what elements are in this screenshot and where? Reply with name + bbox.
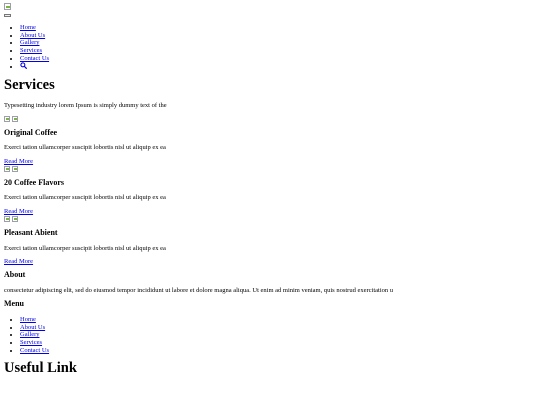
site-footer: About consectetur adipiscing elit, sed d… (4, 269, 536, 377)
footer-link-home[interactable]: Home (20, 316, 36, 323)
main-nav: Home About Us Gallery Services Contact U… (4, 24, 536, 71)
read-more-link[interactable]: Read More (4, 208, 536, 216)
nav-link-about[interactable]: About Us (20, 32, 45, 39)
footer-link-contact[interactable]: Contact Us (20, 347, 49, 354)
service-card-text: Exerci tation ullamcorper suscipit lobor… (4, 194, 166, 202)
service-card-images (4, 115, 536, 122)
nav-item-home: Home (20, 24, 536, 32)
service-image (4, 215, 10, 222)
service-card: Pleasant Abient Exerci tation ullamcorpe… (4, 215, 536, 266)
search-link[interactable] (20, 62, 27, 70)
service-card-title: Original Coffee (4, 127, 58, 137)
nav-link-services[interactable]: Services (20, 47, 42, 54)
service-card-images (4, 215, 536, 222)
footer-menu-item-gallery: Gallery (20, 331, 536, 339)
service-card-images (4, 165, 536, 172)
footer-menu-item-services: Services (20, 339, 536, 347)
service-card-text: Exerci tation ullamcorper suscipit lobor… (4, 144, 166, 152)
nav-link-gallery[interactable]: Gallery (20, 39, 40, 46)
footer-menu: Home About Us Gallery Services Contact U… (4, 316, 536, 354)
service-image (4, 115, 10, 122)
nav-link-contact[interactable]: Contact Us (20, 55, 49, 62)
footer-link-about[interactable]: About Us (20, 324, 45, 331)
about-text: consectetur adipiscing elit, sed do eius… (4, 286, 394, 294)
service-image-hover (12, 215, 18, 222)
footer-menu-item-contact: Contact Us (20, 347, 536, 355)
logo-image[interactable] (4, 3, 11, 10)
read-more-link[interactable]: Read More (4, 258, 536, 266)
services-lead: Typesetting industry lorem Ipsum is simp… (4, 101, 167, 109)
menu-title: Menu (4, 299, 24, 309)
service-card-title: Pleasant Abient (4, 227, 58, 237)
services-section: Services Typesetting industry lorem Ipsu… (4, 76, 536, 266)
nav-link-home[interactable]: Home (20, 24, 36, 31)
read-more-link[interactable]: Read More (4, 158, 536, 166)
service-image-hover (12, 115, 18, 122)
service-image-hover (12, 165, 18, 172)
search-icon (20, 62, 27, 70)
service-image (4, 165, 10, 172)
nav-item-search (20, 62, 536, 71)
service-card: Original Coffee Exerci tation ullamcorpe… (4, 115, 536, 166)
menu-toggle-button[interactable] (4, 14, 11, 17)
service-card-text: Exerci tation ullamcorper suscipit lobor… (4, 244, 166, 252)
nav-item-gallery: Gallery (20, 39, 536, 47)
footer-link-services[interactable]: Services (20, 339, 42, 346)
service-card-title: 20 Coffee Flavors (4, 177, 64, 187)
footer-menu-item-home: Home (20, 316, 536, 324)
useful-link-title: Useful Link (4, 360, 77, 377)
nav-item-about: About Us (20, 32, 536, 40)
footer-link-gallery[interactable]: Gallery (20, 331, 40, 338)
about-title: About (4, 269, 26, 279)
page: Home About Us Gallery Services Contact U… (4, 3, 536, 377)
nav-item-contact: Contact Us (20, 55, 536, 63)
nav-item-services: Services (20, 47, 536, 55)
footer-menu-item-about: About Us (20, 324, 536, 332)
services-title: Services (4, 76, 55, 93)
service-card: 20 Coffee Flavors Exerci tation ullamcor… (4, 165, 536, 216)
site-header: Home About Us Gallery Services Contact U… (4, 3, 536, 71)
